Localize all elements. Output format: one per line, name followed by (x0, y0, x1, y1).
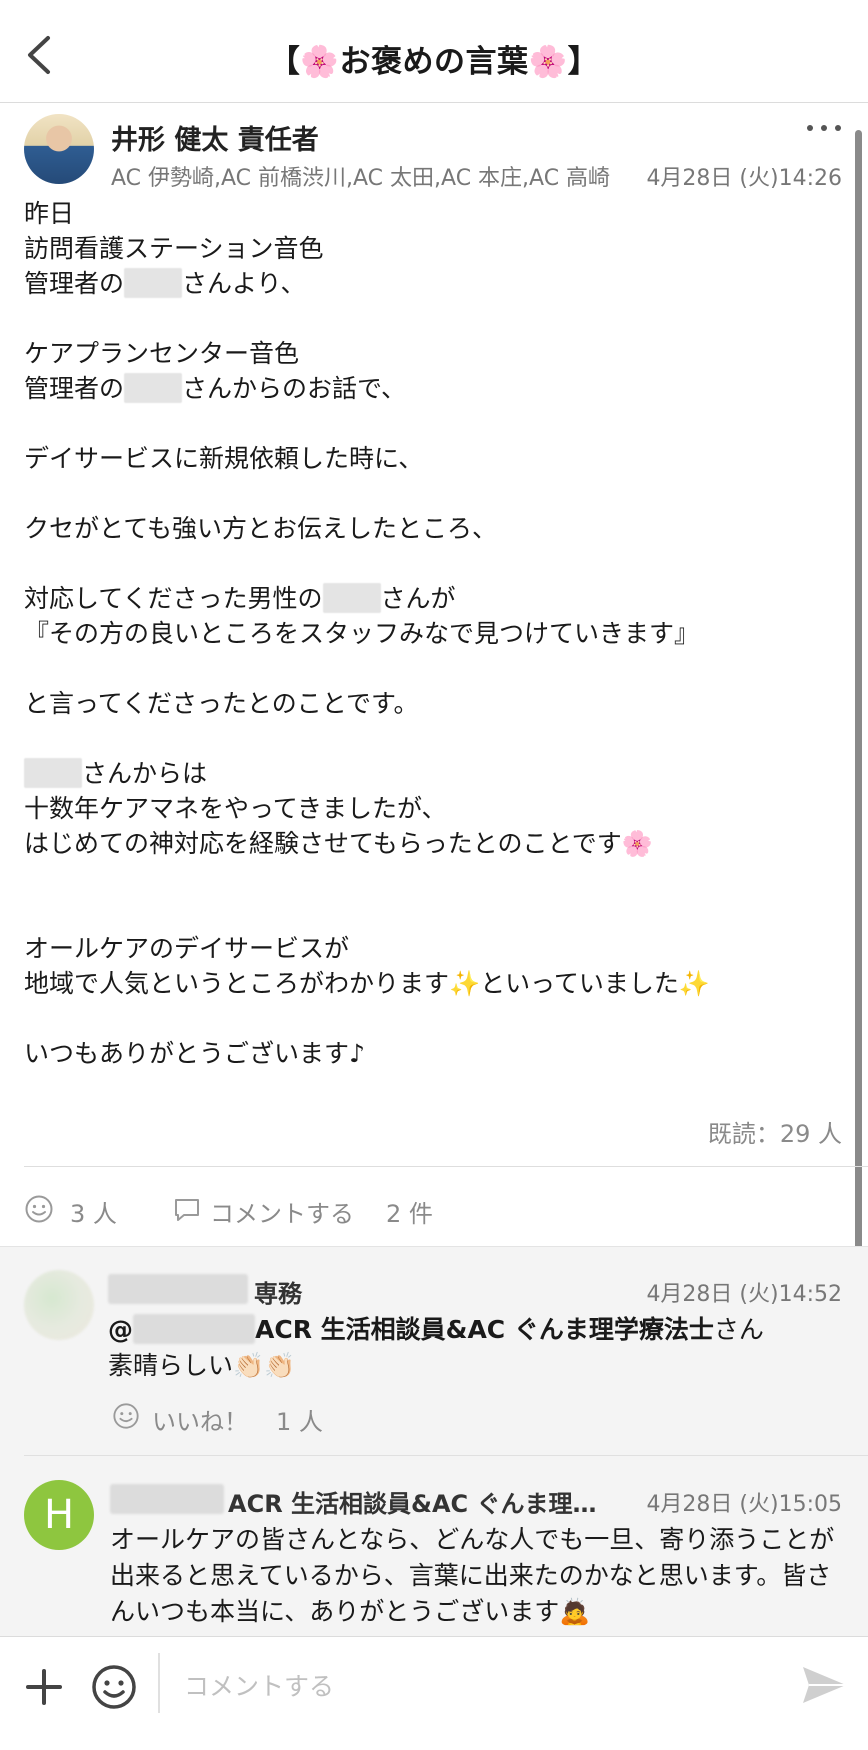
comment-input[interactable]: コメントする (184, 1667, 334, 1703)
body-line: 地域で人気というところがわかります✨といっていました✨ (24, 969, 711, 998)
commenter-avatar[interactable]: H (24, 1480, 94, 1550)
body-line: さんからは (24, 756, 844, 791)
input-separator (158, 1653, 160, 1713)
body-text: さんより、 (182, 269, 306, 298)
body-line: 十数年ケアマネをやってきましたが、 (24, 794, 447, 823)
read-count[interactable]: 既読：29 人 (708, 1114, 842, 1149)
top-bar: 【🌸お褒めの言葉🌸】 (0, 0, 868, 103)
body-text: さんが (380, 584, 456, 613)
mention-at[interactable]: @ (108, 1315, 133, 1344)
comment-timestamp: 4月28日 (火)14:52 (646, 1282, 842, 1307)
body-line: 昨日 (24, 199, 75, 228)
redacted-commenter-name (108, 1274, 248, 1304)
comment-input-bar: コメントする (0, 1636, 868, 1750)
reaction-count[interactable]: 3 人 (70, 1194, 117, 1229)
post-body: 昨日 訪問看護ステーション音色 管理者の さんより、 ケアプランセンター音色 管理… (24, 196, 844, 1071)
redacted-mention-name (133, 1314, 255, 1344)
comment-body: オールケアの皆さんとなら、どんな人でも一旦、寄り添うことが出来ると思えているから… (110, 1525, 835, 1626)
plus-icon[interactable] (22, 1665, 66, 1709)
body-line: 管理者の さんからのお話で、 (24, 371, 844, 406)
body-line: と言ってくださったとのことです。 (24, 689, 419, 718)
comment-bubble-icon[interactable] (172, 1196, 202, 1224)
comment-body: 素晴らしい👏🏻👏🏻 (108, 1351, 296, 1380)
author-affiliations: AC 伊勢崎,AC 前橋渋川,AC 太田,AC 本庄,AC 高崎 (111, 166, 611, 191)
post-detail-screen: 【🌸お褒めの言葉🌸】 井形 健太 責任者 AC 伊勢崎,AC 前橋渋川,AC 太… (0, 0, 868, 1750)
body-line: オールケアのデイサービスが (24, 934, 350, 963)
body-text: さんからのお話で、 (182, 374, 407, 403)
body-text: さんからは (82, 759, 208, 788)
body-line: クセがとても強い方とお伝えしたところ、 (24, 514, 498, 543)
commenter-role: 専務 (254, 1280, 302, 1308)
body-text: 管理者の (24, 374, 125, 403)
body-line: 管理者の さんより、 (24, 266, 844, 301)
body-line: 訪問看護ステーション音色 (24, 234, 324, 263)
like-count: 1 人 (276, 1408, 323, 1436)
commenter-role: ACR 生活相談員&AC ぐんま理学療法士 (228, 1490, 618, 1518)
body-line: いつもありがとうございます♪ (24, 1039, 365, 1068)
redacted-commenter-name (110, 1484, 224, 1514)
commenter-avatar[interactable] (24, 1270, 94, 1340)
comment-mention-line: @ ACR 生活相談員&AC ぐんま理学療法士さん (108, 1312, 848, 1348)
more-options-icon[interactable] (802, 118, 846, 138)
smile-reaction-icon[interactable] (112, 1402, 140, 1430)
mention-tail: さん (713, 1315, 764, 1344)
like-button[interactable]: いいね！ (152, 1402, 248, 1437)
page-title: 【🌸お褒めの言葉🌸】 (268, 44, 600, 80)
post-timestamp: 4月28日 (火)14:26 (646, 166, 842, 191)
body-text: 対応してくださった男性の (24, 584, 323, 613)
redacted-name (24, 758, 82, 788)
comment-button[interactable]: コメントする (210, 1194, 354, 1229)
smile-reaction-icon[interactable] (24, 1194, 54, 1224)
body-line: はじめての神対応を経験させてもらったとのことです🌸 (24, 829, 653, 858)
mention-role[interactable]: ACR 生活相談員&AC ぐんま理学療法士 (255, 1315, 714, 1344)
comment-count: 2 件 (386, 1200, 433, 1228)
body-line: 対応してくださった男性の さんが (24, 581, 844, 616)
divider (24, 1455, 868, 1456)
divider (24, 1166, 868, 1167)
body-line: 『その方の良いところをスタッフみなで見つけていきます』 (24, 619, 700, 648)
redacted-name (322, 583, 381, 613)
author-avatar[interactable] (24, 114, 94, 184)
redacted-name (124, 268, 183, 298)
emoji-icon[interactable] (90, 1663, 138, 1711)
body-line: デイサービスに新規依頼した時に、 (24, 444, 424, 473)
body-line: ケアプランセンター音色 (24, 339, 300, 368)
comment-text: @ ACR 生活相談員&AC ぐんま理学療法士さん 素晴らしい👏🏻👏🏻 (108, 1312, 848, 1384)
comment-timestamp: 4月28日 (火)15:05 (646, 1492, 842, 1517)
author-name[interactable]: 井形 健太 責任者 (111, 118, 319, 157)
send-icon[interactable] (800, 1661, 848, 1709)
redacted-name (124, 373, 183, 403)
body-text: 管理者の (24, 269, 125, 298)
